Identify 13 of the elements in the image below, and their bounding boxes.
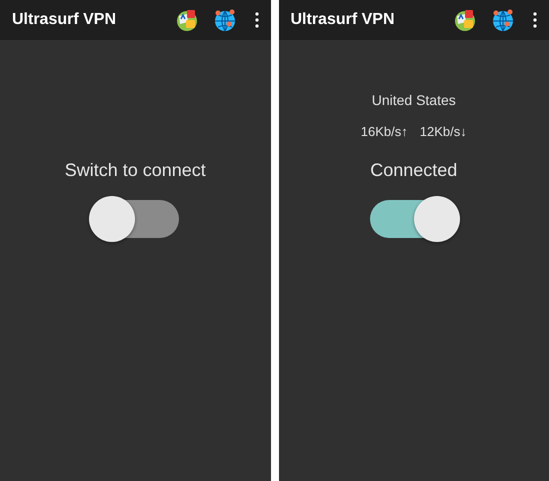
globe-icon[interactable] bbox=[491, 8, 515, 32]
server-country: United States bbox=[372, 91, 456, 110]
app-title: Ultrasurf VPN bbox=[290, 11, 396, 29]
connection-status: Switch to connect bbox=[64, 159, 206, 182]
upload-speed: 16Kb/s↑ bbox=[360, 123, 408, 141]
connection-status: Connected bbox=[370, 159, 458, 182]
more-menu-icon[interactable] bbox=[254, 12, 258, 28]
translate-icon[interactable] bbox=[453, 8, 477, 32]
download-speed: 12Kb/s↓ bbox=[420, 123, 467, 141]
globe-icon[interactable] bbox=[212, 8, 236, 32]
app-title: Ultrasurf VPN bbox=[12, 11, 118, 29]
more-menu-icon[interactable] bbox=[533, 12, 537, 28]
translate-icon[interactable] bbox=[174, 8, 198, 32]
